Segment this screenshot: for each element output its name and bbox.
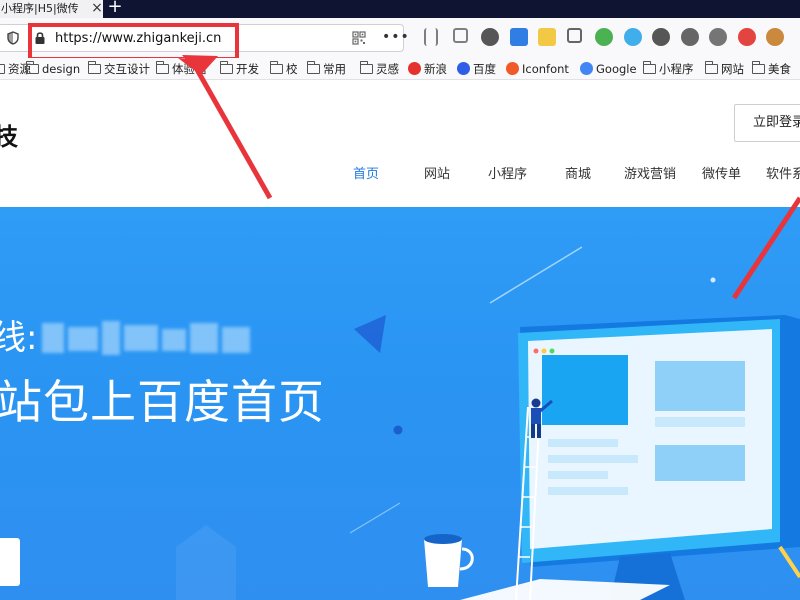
folder-icon: [642, 61, 656, 74]
folder-icon: [25, 61, 39, 74]
nav-item-5[interactable]: 微传单: [702, 165, 741, 185]
bookmark-10[interactable]: Iconfont: [506, 61, 569, 77]
chat-icon[interactable]: [652, 28, 670, 46]
folder-icon: [155, 61, 169, 74]
favicon-icon: [408, 62, 421, 75]
tab-strip: 小程序|H5|微传 × +: [0, 0, 800, 18]
cloud-icon[interactable]: [623, 28, 642, 46]
hero-headline: 站包上百度首页: [0, 375, 325, 429]
bookmark-6[interactable]: 常用: [306, 61, 346, 77]
bookmark-label: Iconfont: [522, 62, 569, 76]
browser-tab[interactable]: 小程序|H5|微传: [0, 0, 100, 18]
bookmark-7[interactable]: 灵感: [359, 61, 399, 77]
navigation-toolbar: https://www.zhigankeji.cn •••: [0, 18, 800, 58]
bookmark-9[interactable]: 百度: [457, 61, 496, 77]
bookmark-8[interactable]: 新浪: [408, 61, 447, 77]
nav-item-3[interactable]: 商城: [565, 165, 591, 185]
bookmark-label: 灵感: [376, 62, 399, 76]
hero-line-1: 线:: [0, 318, 38, 358]
new-tab-button[interactable]: +: [106, 0, 124, 16]
bookmark-label: 常用: [323, 62, 346, 76]
bookmark-2[interactable]: 交互设计: [87, 61, 150, 77]
adblock-icon[interactable]: [737, 28, 756, 46]
lock-icon[interactable]: [34, 31, 46, 45]
sidebar-icon[interactable]: [452, 28, 468, 43]
site-header: 技 立即登录 首页 网站 小程序 商城 游戏营销 微传单 软件系: [0, 81, 800, 207]
folder-icon: [359, 61, 373, 74]
bookmark-14[interactable]: 美食: [751, 61, 791, 77]
blurred-phone-number: [42, 321, 252, 357]
hero-banner: 线: 站包上百度首页: [0, 207, 800, 600]
qr-code-icon[interactable]: [352, 31, 366, 45]
folder-icon: [219, 61, 233, 74]
folder-icon: [751, 61, 765, 74]
folder-icon: [87, 61, 101, 74]
bookmark-label: 开发: [236, 62, 259, 76]
shield-icon[interactable]: [7, 31, 19, 45]
nav-item-2[interactable]: 小程序: [488, 165, 527, 185]
folder-icon: [0, 64, 5, 74]
bookmarks-bar: 资源 design 交互设计 体验馆 开发校常用 灵感 新浪 百度 Iconfont Google…: [0, 58, 800, 80]
bookmark-13[interactable]: 网站: [704, 61, 744, 77]
login-button[interactable]: 立即登录: [734, 104, 800, 142]
bookmark-label: 小程序: [659, 62, 694, 76]
bookmark-3[interactable]: 体验馆: [155, 61, 207, 77]
download-icon[interactable]: [509, 28, 528, 46]
bookmark-label: Google: [596, 62, 637, 76]
folder-icon: [704, 61, 718, 74]
gear-icon[interactable]: [709, 28, 727, 46]
bookmark-11[interactable]: Google: [580, 61, 637, 77]
nav-item-4[interactable]: 游戏营销: [624, 165, 676, 185]
page-actions-icon[interactable]: •••: [382, 29, 410, 45]
bubble-icon[interactable]: [680, 28, 699, 46]
main-nav: 首页 网站 小程序 商城 游戏营销 微传单 软件系: [0, 165, 800, 187]
extension-yellow-icon[interactable]: [538, 28, 556, 46]
folder-icon: [269, 61, 283, 74]
extension-green-icon[interactable]: [595, 28, 613, 46]
favicon-icon: [506, 62, 519, 75]
tab-title: 小程序|H5|微传: [1, 2, 79, 15]
bookmark-4[interactable]: 开发: [219, 61, 259, 77]
nav-item-1[interactable]: 网站: [424, 165, 450, 185]
crop-icon[interactable]: [566, 28, 582, 43]
monitor-illustration: [424, 315, 800, 600]
bookmark-label: 交互设计: [104, 62, 150, 76]
bookmark-label: 体验馆: [172, 62, 207, 76]
bookmark-5[interactable]: 校: [269, 61, 298, 77]
account-icon[interactable]: [481, 28, 499, 46]
bookmark-label: 校: [286, 62, 298, 76]
bookmark-label: 新浪: [424, 62, 447, 76]
favicon-icon: [457, 62, 470, 75]
bookmark-label: 网站: [721, 62, 744, 76]
nav-item-6[interactable]: 软件系: [766, 165, 800, 185]
bookmark-label: design: [42, 62, 81, 76]
nav-item-0[interactable]: 首页: [353, 165, 379, 185]
library-icon[interactable]: [424, 28, 438, 46]
bookmark-label: 百度: [473, 62, 496, 76]
folder-icon: [306, 61, 320, 74]
favicon-icon: [580, 62, 593, 75]
url-bar[interactable]: https://www.zhigankeji.cn •••: [0, 24, 409, 52]
bookmark-1[interactable]: design: [25, 61, 81, 77]
hero-cta-button[interactable]: [0, 538, 20, 586]
tab-close-icon[interactable]: ×: [91, 0, 103, 18]
site-logo[interactable]: 技: [0, 117, 18, 152]
bookmark-label: 美食: [768, 62, 791, 76]
url-text[interactable]: https://www.zhigankeji.cn: [55, 31, 221, 46]
monkey-icon[interactable]: [766, 28, 784, 46]
bookmark-12[interactable]: 小程序: [642, 61, 694, 77]
